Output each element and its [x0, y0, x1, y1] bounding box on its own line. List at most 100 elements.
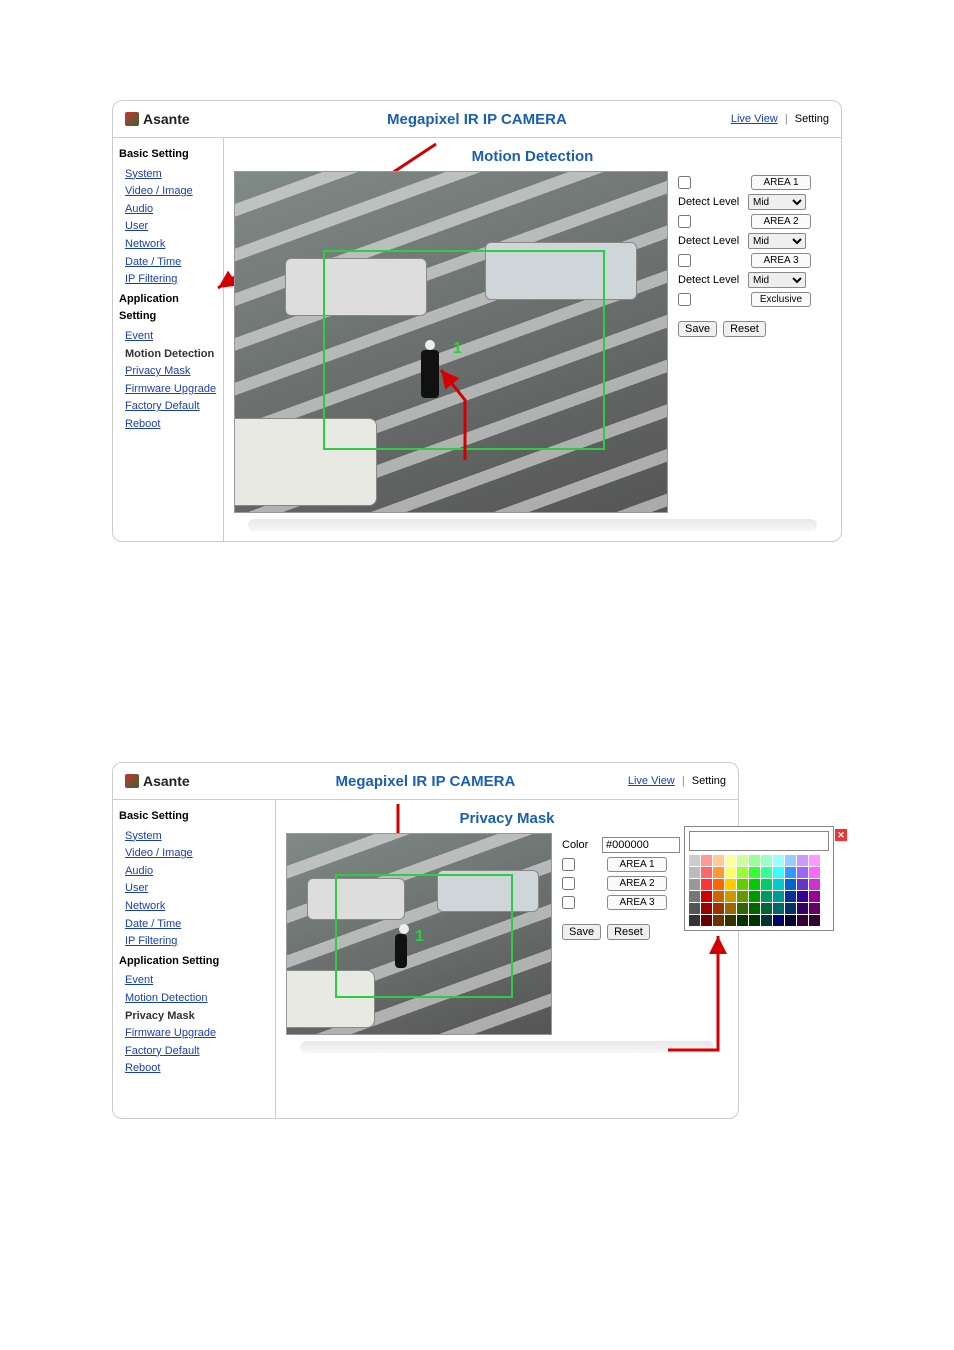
- sidebar-item-system[interactable]: System: [119, 828, 269, 846]
- palette-swatch[interactable]: [713, 915, 724, 926]
- video-preview[interactable]: 1: [286, 833, 552, 1035]
- detect-level-select-2[interactable]: Mid: [748, 233, 806, 249]
- palette-swatch[interactable]: [701, 855, 712, 866]
- palette-swatch[interactable]: [761, 867, 772, 878]
- area1-button[interactable]: AREA 1: [607, 857, 667, 872]
- color-input[interactable]: [602, 837, 680, 853]
- palette-swatch[interactable]: [701, 891, 712, 902]
- palette-swatch[interactable]: [797, 879, 808, 890]
- palette-swatch[interactable]: [689, 891, 700, 902]
- palette-swatch[interactable]: [761, 903, 772, 914]
- palette-swatch[interactable]: [701, 903, 712, 914]
- palette-swatch[interactable]: [797, 891, 808, 902]
- sidebar-item-ip-filtering[interactable]: IP Filtering: [119, 933, 269, 951]
- area2-checkbox[interactable]: [678, 215, 691, 228]
- close-icon[interactable]: ✕: [835, 829, 847, 841]
- palette-swatch[interactable]: [773, 855, 784, 866]
- palette-swatch[interactable]: [689, 915, 700, 926]
- exclusive-checkbox[interactable]: [678, 293, 691, 306]
- sidebar-item-firmware-upgrade[interactable]: Firmware Upgrade: [119, 381, 217, 399]
- detect-level-select-1[interactable]: Mid: [748, 194, 806, 210]
- palette-swatch[interactable]: [773, 903, 784, 914]
- palette-swatch[interactable]: [749, 879, 760, 890]
- area2-checkbox[interactable]: [562, 877, 575, 890]
- sidebar-item-reboot[interactable]: Reboot: [119, 1060, 269, 1078]
- palette-swatch[interactable]: [809, 867, 820, 878]
- sidebar-item-privacy-mask[interactable]: Privacy Mask: [119, 363, 217, 381]
- mask-area-box[interactable]: [335, 874, 513, 998]
- nav-live-view[interactable]: Live View: [628, 775, 675, 787]
- exclusive-button[interactable]: Exclusive: [751, 292, 811, 307]
- palette-swatch[interactable]: [713, 855, 724, 866]
- sidebar-item-video-image[interactable]: Video / Image: [119, 183, 217, 201]
- palette-swatch[interactable]: [725, 879, 736, 890]
- palette-swatch[interactable]: [689, 867, 700, 878]
- motion-area-box[interactable]: [323, 250, 605, 450]
- palette-swatch[interactable]: [785, 915, 796, 926]
- palette-swatch[interactable]: [773, 879, 784, 890]
- sidebar-item-factory-default[interactable]: Factory Default: [119, 1043, 269, 1061]
- palette-swatch[interactable]: [689, 879, 700, 890]
- sidebar-item-system[interactable]: System: [119, 166, 217, 184]
- sidebar-item-network[interactable]: Network: [119, 898, 269, 916]
- palette-swatch[interactable]: [725, 903, 736, 914]
- area1-checkbox[interactable]: [562, 858, 575, 871]
- sidebar-item-date-time[interactable]: Date / Time: [119, 254, 217, 272]
- palette-swatch[interactable]: [773, 867, 784, 878]
- palette-swatch[interactable]: [785, 855, 796, 866]
- area1-button[interactable]: AREA 1: [751, 175, 811, 190]
- palette-swatch[interactable]: [737, 915, 748, 926]
- palette-swatch[interactable]: [809, 903, 820, 914]
- palette-swatch[interactable]: [761, 915, 772, 926]
- palette-swatch[interactable]: [725, 891, 736, 902]
- palette-swatch[interactable]: [737, 855, 748, 866]
- palette-swatch[interactable]: [809, 879, 820, 890]
- area3-checkbox[interactable]: [562, 896, 575, 909]
- sidebar-item-user[interactable]: User: [119, 218, 217, 236]
- area3-button[interactable]: AREA 3: [607, 895, 667, 910]
- palette-swatch[interactable]: [797, 915, 808, 926]
- sidebar-item-date-time[interactable]: Date / Time: [119, 916, 269, 934]
- palette-swatch[interactable]: [785, 891, 796, 902]
- area3-button[interactable]: AREA 3: [751, 253, 811, 268]
- sidebar-item-factory-default[interactable]: Factory Default: [119, 398, 217, 416]
- video-preview[interactable]: 1: [234, 171, 668, 513]
- palette-swatch[interactable]: [749, 855, 760, 866]
- palette-swatch[interactable]: [749, 915, 760, 926]
- palette-swatch[interactable]: [713, 879, 724, 890]
- palette-swatch[interactable]: [749, 867, 760, 878]
- palette-swatch[interactable]: [809, 915, 820, 926]
- palette-swatch[interactable]: [809, 891, 820, 902]
- palette-swatch[interactable]: [773, 915, 784, 926]
- palette-swatch[interactable]: [701, 867, 712, 878]
- palette-swatch[interactable]: [809, 855, 820, 866]
- palette-swatch[interactable]: [737, 867, 748, 878]
- palette-swatch[interactable]: [701, 879, 712, 890]
- sidebar-item-event[interactable]: Event: [119, 972, 269, 990]
- sidebar-item-video-image[interactable]: Video / Image: [119, 845, 269, 863]
- palette-swatch[interactable]: [797, 867, 808, 878]
- sidebar-item-reboot[interactable]: Reboot: [119, 416, 217, 434]
- palette-swatch[interactable]: [713, 867, 724, 878]
- palette-swatch[interactable]: [785, 879, 796, 890]
- palette-swatch[interactable]: [725, 915, 736, 926]
- sidebar-item-audio[interactable]: Audio: [119, 863, 269, 881]
- reset-button[interactable]: Reset: [607, 924, 650, 940]
- nav-live-view[interactable]: Live View: [731, 113, 778, 125]
- area1-checkbox[interactable]: [678, 176, 691, 189]
- palette-swatch[interactable]: [737, 891, 748, 902]
- palette-swatch[interactable]: [689, 903, 700, 914]
- sidebar-item-audio[interactable]: Audio: [119, 201, 217, 219]
- palette-swatch[interactable]: [749, 891, 760, 902]
- palette-swatch[interactable]: [797, 903, 808, 914]
- palette-swatch[interactable]: [713, 903, 724, 914]
- sidebar-item-network[interactable]: Network: [119, 236, 217, 254]
- sidebar-item-motion-detection[interactable]: Motion Detection: [119, 990, 269, 1008]
- sidebar-item-event[interactable]: Event: [119, 328, 217, 346]
- palette-swatch[interactable]: [725, 867, 736, 878]
- reset-button[interactable]: Reset: [723, 321, 766, 337]
- sidebar-item-ip-filtering[interactable]: IP Filtering: [119, 271, 217, 289]
- save-button[interactable]: Save: [678, 321, 717, 337]
- palette-swatch[interactable]: [725, 855, 736, 866]
- palette-swatch[interactable]: [785, 867, 796, 878]
